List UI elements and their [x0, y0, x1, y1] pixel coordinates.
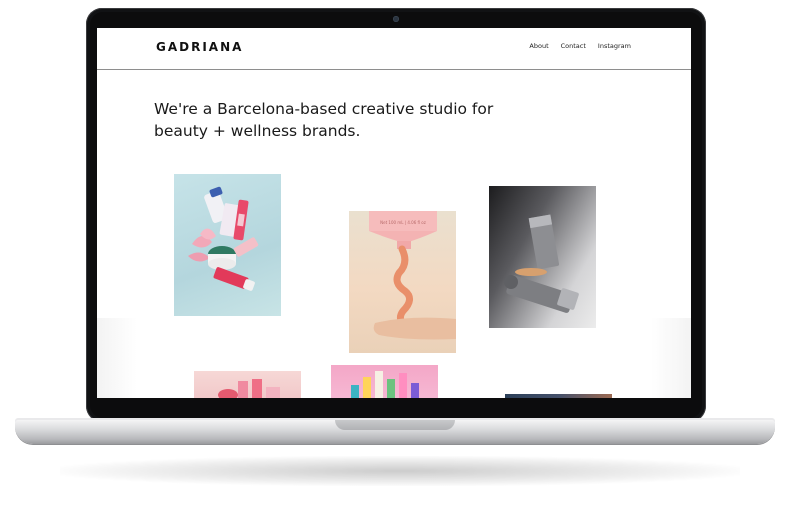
portfolio-image-colorful-bottles[interactable] — [331, 365, 438, 398]
nav-link-about[interactable]: About — [529, 42, 548, 50]
portfolio-image-floating-products[interactable] — [174, 174, 281, 316]
tube-label: Net 100 mL | 4.06 fl oz — [380, 220, 426, 225]
laptop-shadow — [60, 456, 740, 486]
main-nav: About Contact Instagram — [529, 42, 631, 50]
laptop-notch — [335, 420, 455, 430]
portfolio-image-pink-products[interactable] — [194, 371, 301, 398]
side-fade-right — [651, 318, 691, 398]
nav-link-contact[interactable]: Contact — [561, 42, 586, 50]
site-header: GADRIANA About Contact Instagram — [97, 28, 691, 70]
site-logo[interactable]: GADRIANA — [156, 40, 243, 54]
pink-tube-illustration: Net 100 mL | 4.06 fl oz — [369, 211, 456, 340]
portfolio-image-dark-product[interactable] — [505, 394, 612, 398]
silver-tubes-illustration — [504, 214, 579, 313]
pink-products-illustration — [218, 379, 280, 398]
portfolio-image-silver-tubes[interactable] — [489, 186, 596, 328]
browser-viewport[interactable]: GADRIANA About Contact Instagram We're a… — [97, 28, 691, 398]
nav-link-instagram[interactable]: Instagram — [598, 42, 631, 50]
floating-products-illustration — [188, 186, 259, 291]
side-fade-left — [97, 318, 137, 398]
colorful-bottles-illustration — [351, 371, 419, 398]
hero-headline: We're a Barcelona-based creative studio … — [154, 100, 494, 140]
portfolio-image-pink-tube[interactable]: Net 100 mL | 4.06 fl oz — [349, 211, 456, 353]
webcam-icon — [393, 16, 399, 22]
